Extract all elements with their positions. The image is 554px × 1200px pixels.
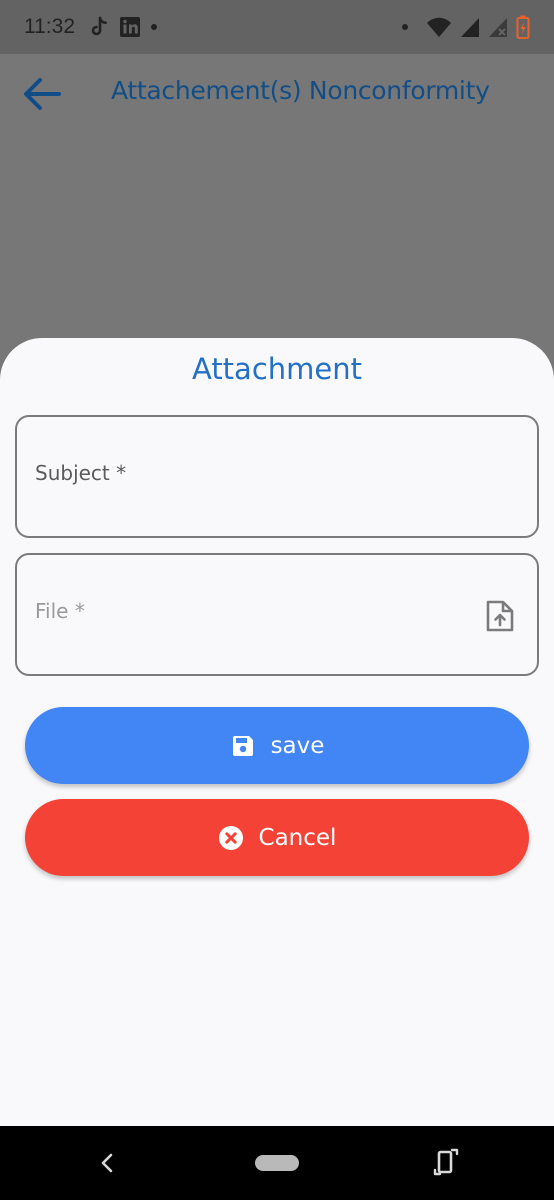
cancel-button[interactable]: Cancel xyxy=(25,799,529,876)
wifi-icon xyxy=(427,17,451,37)
floppy-disk-icon xyxy=(230,733,256,759)
attachment-bottom-sheet: Attachment Subject * File * save Cancel xyxy=(0,338,554,1126)
sheet-title: Attachment xyxy=(191,352,362,386)
status-left-icons xyxy=(89,16,157,38)
notification-dot xyxy=(151,24,157,30)
file-field[interactable]: File * xyxy=(15,553,539,676)
arrow-left-icon xyxy=(24,78,61,110)
save-button-label: save xyxy=(270,732,325,759)
cancel-button-label: Cancel xyxy=(258,824,337,851)
back-button[interactable] xyxy=(20,72,64,116)
save-button[interactable]: save xyxy=(25,707,529,784)
status-right-icons xyxy=(402,15,530,39)
notification-dot xyxy=(402,24,408,30)
linkedin-icon xyxy=(120,17,140,37)
file-field-label: File * xyxy=(35,599,85,623)
subject-field[interactable]: Subject * xyxy=(15,415,539,538)
app-bar: Attachement(s) Nonconformity xyxy=(0,54,554,134)
home-pill[interactable] xyxy=(255,1155,299,1171)
battery-charging-icon xyxy=(516,15,530,39)
rotate-icon[interactable] xyxy=(432,1146,460,1178)
signal-off-icon xyxy=(489,18,507,37)
x-circle-icon xyxy=(218,825,244,851)
signal-icon xyxy=(461,18,479,37)
status-bar: 11:32 xyxy=(0,0,554,54)
status-time: 11:32 xyxy=(24,15,75,38)
system-navigation-bar xyxy=(0,1126,554,1200)
subject-field-label: Subject * xyxy=(35,461,127,485)
nav-back-icon[interactable] xyxy=(96,1150,118,1176)
page-title: Attachement(s) Nonconformity xyxy=(111,76,490,105)
tiktok-icon xyxy=(91,16,107,36)
file-upload-icon[interactable] xyxy=(485,599,515,633)
